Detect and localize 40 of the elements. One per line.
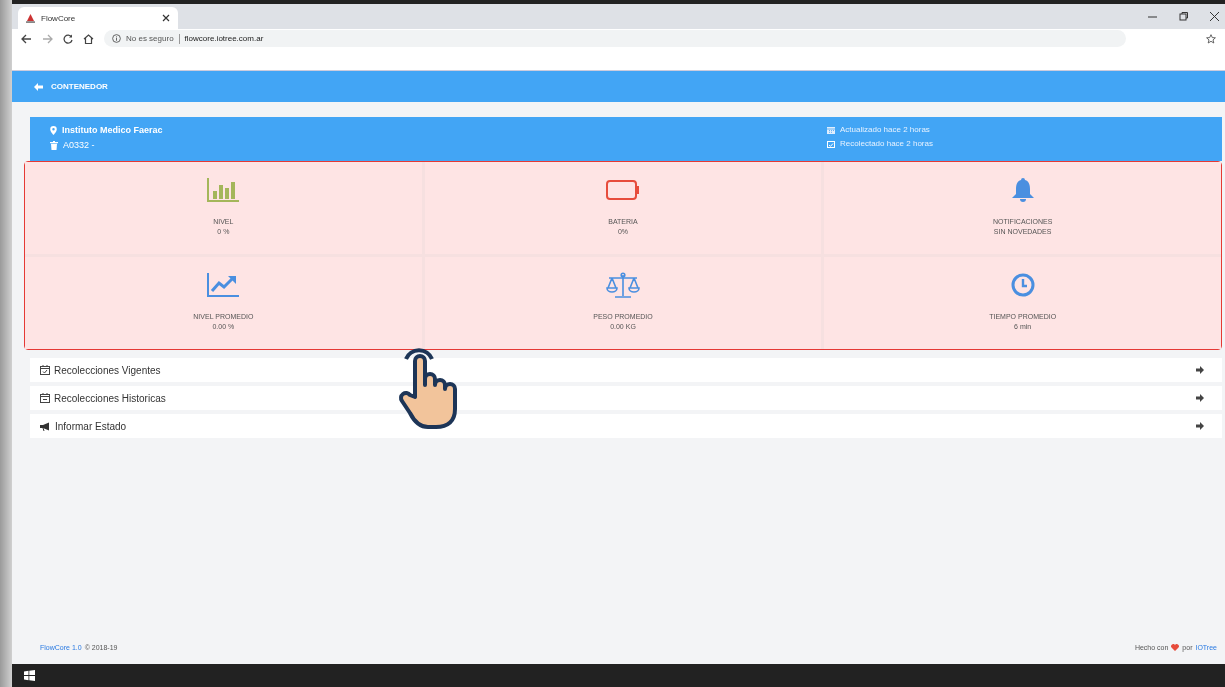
menu-row[interactable]: Recolecciones Historicas (30, 386, 1222, 410)
menu-row[interactable]: Recolecciones Vigentes (30, 358, 1222, 382)
menu-label: Recolecciones Historicas (54, 392, 167, 404)
close-icon[interactable] (1210, 12, 1219, 21)
collected-time: Recolectado hace 2 horas (840, 139, 933, 148)
clock-icon (1010, 272, 1035, 298)
close-icon[interactable] (162, 14, 170, 22)
calendar-check-icon (827, 139, 835, 148)
arrow-right-icon (1196, 394, 1204, 402)
back-arrow-icon (34, 82, 43, 91)
calendar-check-icon (40, 365, 50, 375)
scale-icon (606, 272, 640, 298)
arrow-right-icon (1196, 422, 1204, 430)
bar-chart-icon (207, 177, 240, 203)
map-pin-icon (50, 125, 57, 135)
heart-icon (1171, 644, 1180, 651)
menu-label: Informar Estado (55, 420, 128, 432)
reload-icon[interactable] (63, 33, 73, 44)
browser-tab[interactable]: FlowCore (18, 7, 178, 29)
back-icon[interactable] (21, 33, 32, 44)
app-logo-icon (26, 13, 35, 23)
star-icon[interactable] (1206, 33, 1216, 44)
arrow-right-icon (1196, 366, 1204, 374)
start-icon[interactable] (24, 670, 35, 681)
trend-chart-icon (207, 272, 240, 298)
restore-icon[interactable] (1179, 12, 1188, 21)
calendar-icon (827, 125, 835, 134)
address-bar[interactable]: No es seguro flowcore.iotree.com.ar (104, 30, 1126, 47)
trash-icon (50, 140, 58, 150)
calendar-minus-icon (40, 393, 50, 403)
tab-title: FlowCore (41, 13, 77, 23)
menu-label: Recolecciones Vigentes (54, 364, 162, 376)
home-icon[interactable] (83, 33, 94, 44)
location-name: Instituto Medico Faerac (62, 125, 163, 135)
info-icon (112, 34, 121, 43)
megaphone-icon (40, 421, 51, 431)
container-id: A0332 - (63, 140, 95, 150)
menu-row[interactable]: Informar Estado (30, 414, 1222, 438)
battery-icon (606, 177, 640, 203)
updated-time: Actualizado hace 2 horas (840, 125, 930, 134)
